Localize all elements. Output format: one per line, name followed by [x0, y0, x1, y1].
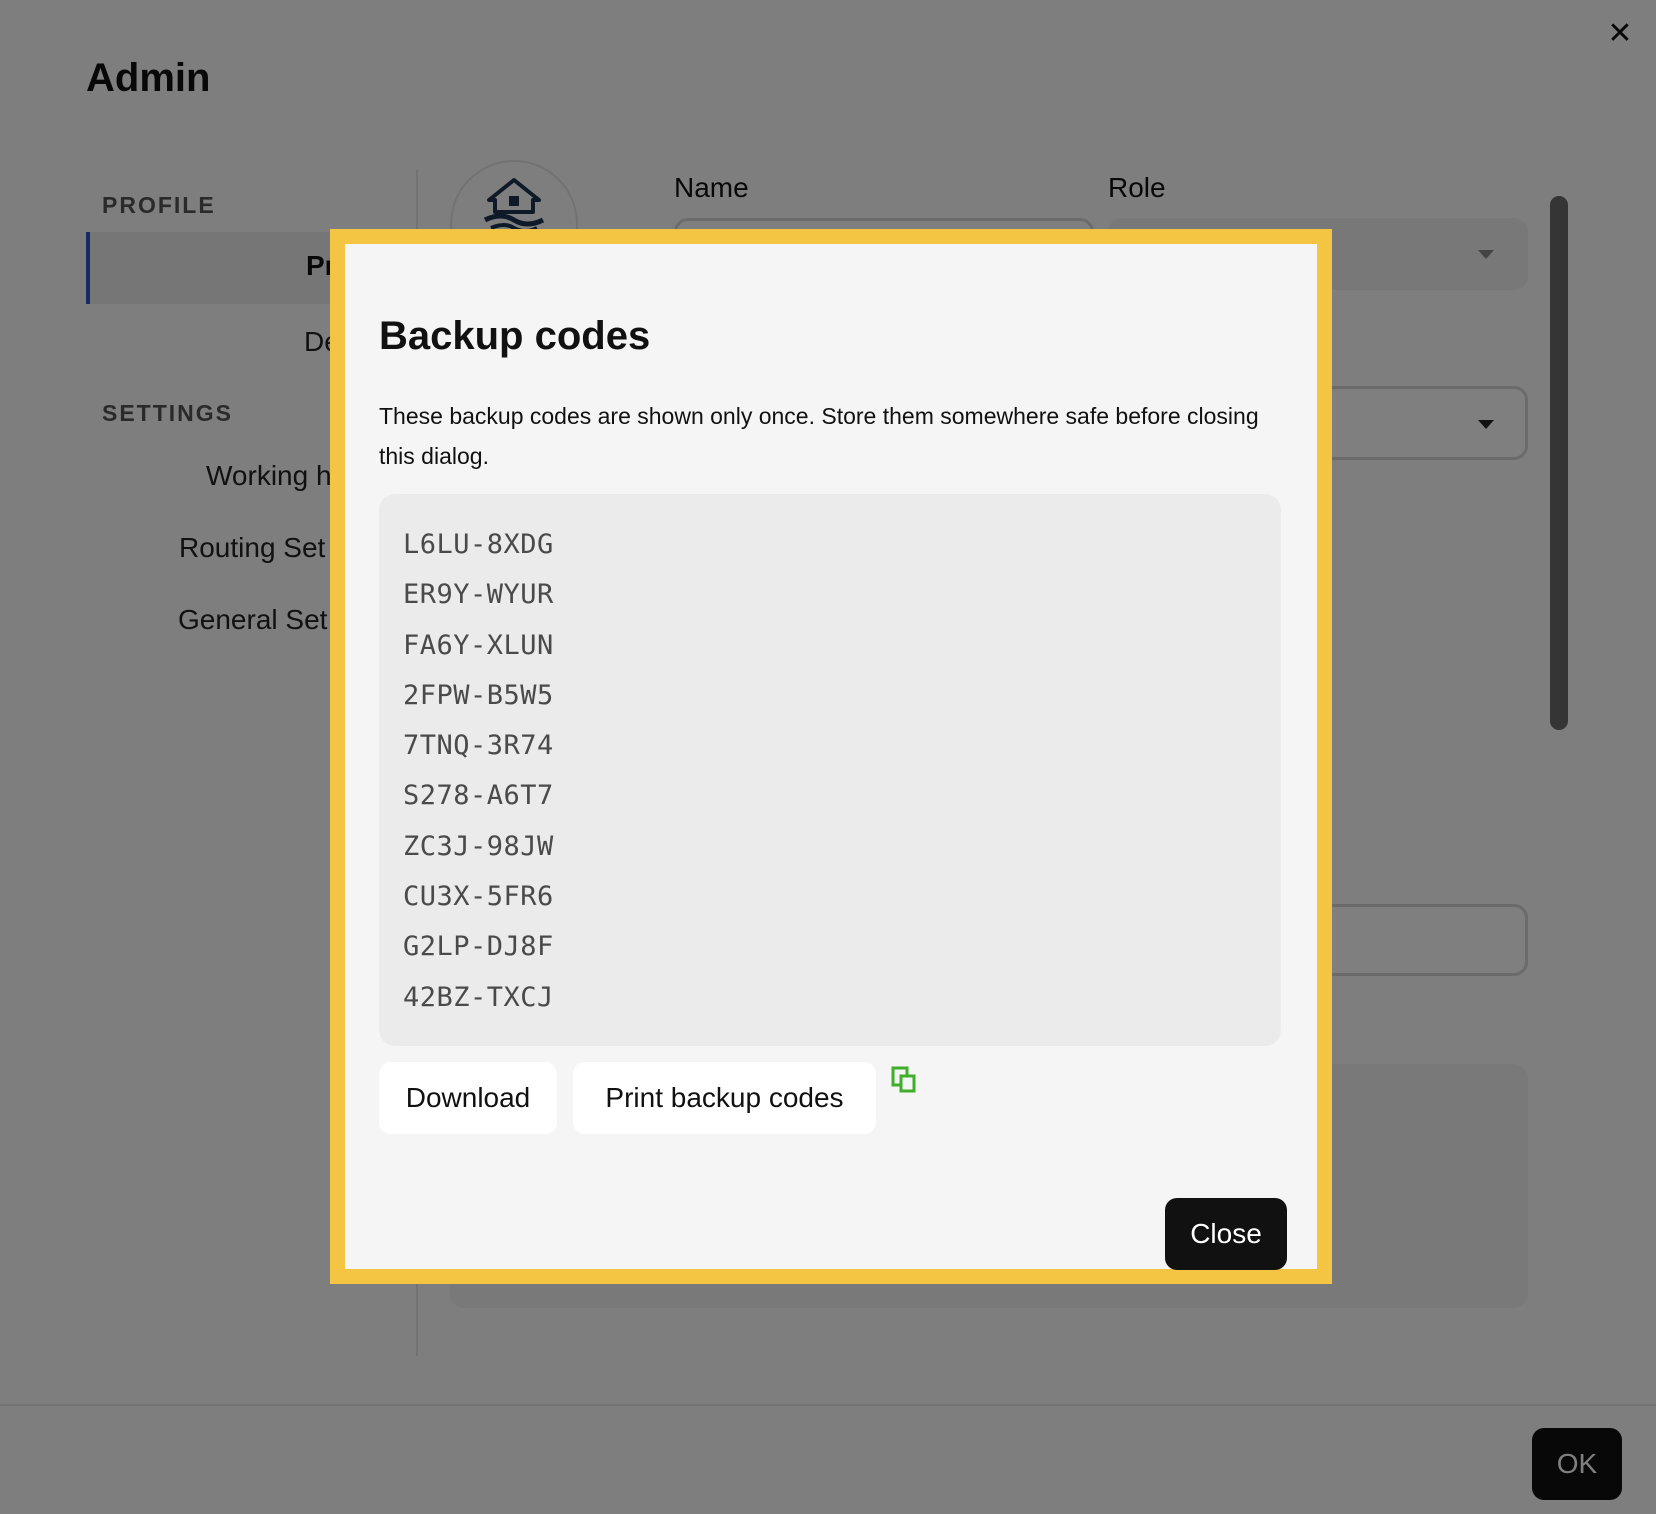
download-button[interactable]: Download — [379, 1062, 557, 1134]
backup-code: 7TNQ-3R74 — [403, 730, 554, 762]
backup-codes-list: L6LU-8XDG ER9Y-WYUR FA6Y-XLUN 2FPW-B5W5 … — [379, 494, 1281, 1046]
backup-code: CU3X-5FR6 — [403, 881, 554, 913]
print-backup-codes-button[interactable]: Print backup codes — [573, 1062, 876, 1134]
copy-icon[interactable] — [891, 1066, 917, 1094]
dialog-title: Backup codes — [379, 314, 651, 358]
backup-code: S278-A6T7 — [403, 780, 554, 812]
backup-code: ER9Y-WYUR — [403, 579, 554, 611]
dialog-description: These backup codes are shown only once. … — [379, 403, 1259, 469]
backup-code: FA6Y-XLUN — [403, 629, 554, 661]
backup-code: ZC3J-98JW — [403, 830, 554, 862]
close-button[interactable]: Close — [1165, 1198, 1287, 1270]
backup-codes-dialog: Backup codes These backup codes are show… — [330, 229, 1332, 1284]
backup-code: 2FPW-B5W5 — [403, 679, 554, 711]
backup-code: G2LP-DJ8F — [403, 931, 554, 963]
backup-code: L6LU-8XDG — [403, 529, 554, 560]
admin-page: ✕ Admin PROFILE Pr De SETTINGS Working h… — [0, 0, 1656, 1514]
backup-code: 42BZ-TXCJ — [403, 981, 554, 1013]
